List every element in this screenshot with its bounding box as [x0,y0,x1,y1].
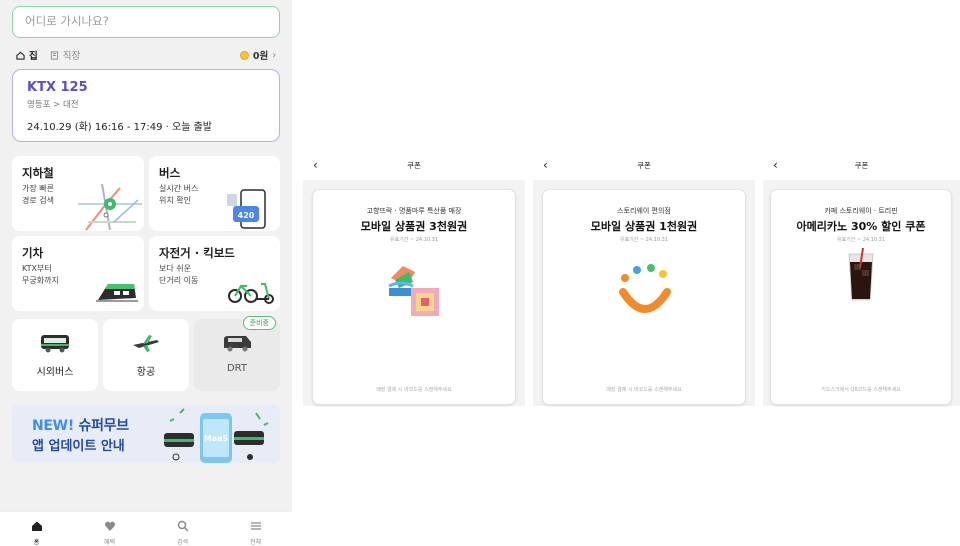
bike-title: 자전거 · 킥보드 [159,246,235,260]
tab-home-label: 홈 [33,539,40,546]
coin-icon [239,50,249,60]
bike-card[interactable]: 자전거 · 킥보드 보다 쉬운 단거리 이동 [149,236,280,311]
home-icon [16,51,25,60]
gift-products-icon [388,266,439,316]
tab-benefits[interactable]: 혜택 [73,512,146,546]
coupon-header: ‹ 쿠폰 [763,150,960,180]
ticket-datetime: 24.10.29 (화) 16:16 - 17:49 · 오늘 출발 [27,122,213,133]
bus-phone-icon: 420 [227,189,266,229]
train-desc-1: KTX부터 [22,264,52,273]
van-icon [224,336,251,352]
coupon-store: 스토리웨이 편의점 [617,207,671,215]
coupon-store: 고향뜨락 · 명품마루 특산품 매장 [366,207,462,215]
bike-desc-1: 보다 쉬운 [159,264,191,273]
bike-desc-2: 단거리 이동 [159,275,199,285]
banner-title-text: 슈퍼무브 [73,418,129,434]
banner-title: NEW! 슈퍼무브 [32,415,129,435]
quick-places: 집 직장 0원 › [16,48,276,62]
points-link[interactable]: 0원 › [239,48,276,62]
coupon-name: 모바일 상품권 1천원권 [590,220,698,233]
coupon-header: ‹ 쿠폰 [533,150,755,180]
ticket-train: KTX 125 [27,80,88,95]
tab-search[interactable]: 검색 [146,512,219,546]
drt-status-badge: 준비중 [242,316,276,330]
chevron-right-icon: › [272,49,276,61]
intercity-bus-icon [41,335,69,353]
coupon-header-title: 쿠폰 [854,161,869,170]
update-banner[interactable]: NEW! 슈퍼무브 앱 업데이트 안내 MaaS [12,405,280,463]
coupon-name: 모바일 상품권 3천원권 [360,220,468,233]
coupon-header: ‹ 쿠폰 [303,150,525,180]
subway-card[interactable]: 지하철 가장 빠른 경로 검색 [12,156,144,231]
banner-subtitle: 앱 업데이트 안내 [32,439,125,454]
quick-work-label: 직장 [62,51,81,62]
quick-home[interactable]: 집 [16,48,38,62]
search-icon [177,520,189,532]
coupon-card: 카페 스토리웨이 · 트리핀 아메리카노 30% 할인 쿠폰 유효기간 ~ 24… [771,190,951,404]
drt-label: DRT [226,363,248,374]
home-screen: 어디로 가시나요? 집 직장 0원 › KTX 125 영등포 > 대전 24.… [0,0,292,546]
bus-desc-1: 실시간 버스 [159,184,199,193]
subway-desc-1: 가장 빠른 [22,184,54,193]
subway-title: 지하철 [22,166,54,180]
bottom-tab-bar: 홈 혜택 검색 전체 [0,511,292,546]
coupon-header-title: 쿠폰 [637,161,651,170]
subway-map-icon [78,183,142,231]
tab-benefits-label: 혜택 [103,539,116,546]
coupon-name: 아메리카노 30% 할인 쿠폰 [796,220,926,233]
train-title: 기차 [22,246,44,260]
quick-home-label: 집 [29,51,38,62]
iced-coffee-icon [848,248,874,301]
drt-button[interactable]: 준비중 DRT [194,316,280,391]
train-card[interactable]: 기차 KTX부터 무궁화까지 [12,236,144,311]
banner-new-tag: NEW! [32,418,74,434]
tab-home[interactable]: 홈 [0,512,73,546]
coupon-note: 매장 결제 시 바코드를 스캔해주세요 [376,387,452,393]
coupon-header-title: 쿠폰 [407,161,421,170]
train-desc-2: 무궁화까지 [22,275,59,285]
coupon-validity: 유효기간 ~ 24.10.31 [619,237,669,243]
tab-all[interactable]: 전체 [219,512,292,546]
ticket-card[interactable]: KTX 125 영등포 > 대전 24.10.29 (화) 16:16 - 17… [12,69,280,142]
coupon-card: 스토리웨이 편의점 모바일 상품권 1천원권 유효기간 ~ 24.10.31 매… [543,190,745,404]
bus-number: 420 [238,211,255,220]
subway-desc-2: 경로 검색 [22,195,54,205]
home-icon [31,521,42,531]
intercity-bus-button[interactable]: 시외버스 [12,319,98,391]
flight-button[interactable]: 항공 [103,319,189,391]
coupon-validity: 유효기간 ~ 24.10.31 [389,237,439,243]
ticket-route: 영등포 > 대전 [27,100,79,110]
building-icon [50,50,58,60]
airplane-icon [133,335,159,352]
coupon-screen-2: ‹ 쿠폰 스토리웨이 편의점 모바일 상품권 1천원권 유효기간 ~ 24.10… [533,150,755,406]
search-input[interactable]: 어디로 가시나요? [12,6,280,38]
coupon-validity: 유효기간 ~ 24.10.31 [836,237,886,243]
smile-logo-icon [619,264,671,313]
banner-illustration: MaaS [164,408,269,463]
coupon-store: 카페 스토리웨이 · 트리핀 [824,207,898,215]
heart-icon [104,521,115,531]
bus-desc-2: 위치 확인 [159,195,191,205]
coupon-screen-3: ‹ 쿠폰 카페 스토리웨이 · 트리핀 아메리카노 30% 할인 쿠폰 유효기간… [763,150,960,406]
bus-title: 버스 [159,166,181,180]
bus-card[interactable]: 버스 실시간 버스 위치 확인 420 [149,156,280,231]
coupon-card: 고향뜨락 · 명품마루 특산품 매장 모바일 상품권 3천원권 유효기간 ~ 2… [313,190,515,404]
coupon-note: 매장 결제 시 바코드를 스캔해주세요 [606,387,682,393]
points-value: 0원 [252,51,269,62]
coupon-note: 키오스크에서 QR코드를 스캔해주세요 [821,387,901,393]
bike-scooter-icon [228,283,274,304]
menu-icon [250,522,261,530]
banner-phone-text: MaaS [204,434,229,443]
flight-label: 항공 [136,367,156,378]
train-icon [96,284,138,302]
intercity-bus-label: 시외버스 [36,367,74,378]
tab-all-label: 전체 [249,539,262,546]
coupon-screen-1: ‹ 쿠폰 고향뜨락 · 명품마루 특산품 매장 모바일 상품권 3천원권 유효기… [303,150,525,406]
tab-search-label: 검색 [176,539,189,546]
quick-work[interactable]: 직장 [50,48,80,62]
